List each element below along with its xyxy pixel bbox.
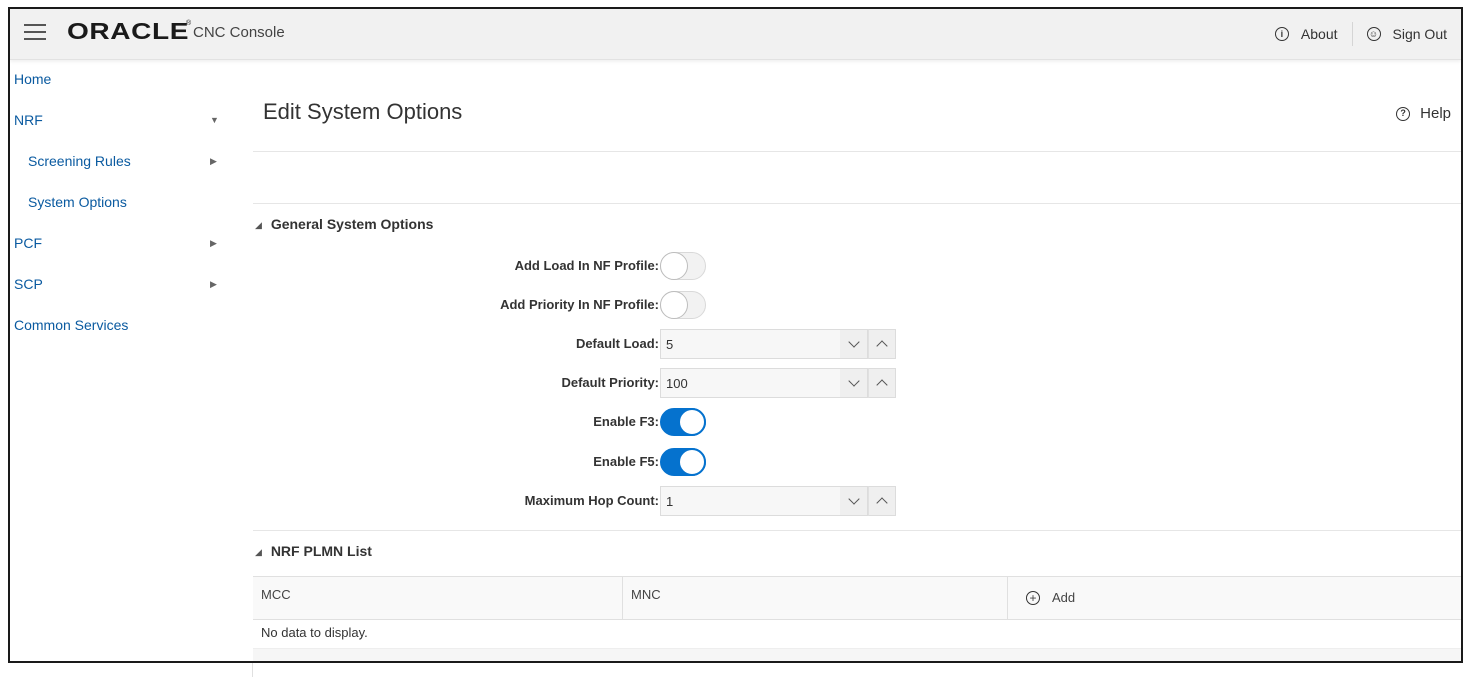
- sidebar-item-system-options[interactable]: System Options: [10, 184, 240, 225]
- page-title: Edit System Options: [263, 99, 463, 124]
- decrement-button[interactable]: [840, 329, 868, 359]
- default-priority-input[interactable]: [660, 368, 840, 398]
- max-hop-stepper: [660, 486, 896, 516]
- default-load-stepper: [660, 329, 896, 359]
- divider: [253, 203, 1461, 204]
- sidebar-item-common-services[interactable]: Common Services: [10, 307, 240, 348]
- registered-mark: ®: [186, 20, 192, 27]
- enable-f5-label: Enable F5:: [593, 454, 659, 469]
- add-priority-row: Add Priority In NF Profile:: [253, 290, 953, 320]
- enable-f5-toggle[interactable]: [660, 448, 706, 476]
- max-hop-row: Maximum Hop Count:: [253, 486, 953, 516]
- default-priority-row: Default Priority:: [253, 368, 953, 398]
- help-link[interactable]: ? Help: [1396, 105, 1451, 122]
- chevron-up-icon: [876, 497, 888, 509]
- chevron-down-icon: [847, 336, 860, 348]
- toggle-knob: [660, 252, 688, 280]
- increment-button[interactable]: [868, 368, 896, 398]
- sidebar-item-pcf[interactable]: PCF ▶: [10, 225, 240, 266]
- about-link[interactable]: i About: [1261, 22, 1353, 46]
- default-load-input[interactable]: [660, 329, 840, 359]
- sidebar-nav: Home NRF ▼ Screening Rules ▶ System Opti…: [10, 61, 240, 348]
- oracle-logo: ORACLE: [67, 18, 190, 44]
- divider: [253, 151, 1461, 152]
- default-priority-label: Default Priority:: [561, 375, 659, 390]
- help-label: Help: [1420, 105, 1451, 122]
- sidebar-item-label: Screening Rules: [28, 153, 131, 169]
- sidebar-item-label: PCF: [14, 235, 42, 251]
- plmn-table: MCC MNC + Add No data to display.: [253, 576, 1461, 661]
- column-header-mnc[interactable]: MNC: [623, 577, 1008, 619]
- toggle-knob: [660, 291, 688, 319]
- divider: [253, 530, 1461, 531]
- toggle-knob: [678, 408, 706, 436]
- chevron-down-icon: [847, 493, 860, 505]
- add-load-row: Add Load In NF Profile:: [253, 251, 953, 281]
- expand-right-icon[interactable]: ▶: [210, 266, 217, 302]
- chevron-up-icon: [876, 379, 888, 391]
- increment-button[interactable]: [868, 486, 896, 516]
- enable-f3-label: Enable F3:: [593, 414, 659, 429]
- help-circle-icon: ?: [1396, 106, 1411, 121]
- table-header: MCC MNC + Add: [253, 576, 1461, 620]
- table-footer: [253, 649, 1461, 661]
- user-circle-icon: ☺: [1366, 27, 1381, 41]
- default-load-label: Default Load:: [575, 336, 659, 351]
- sign-out-label: Sign Out: [1392, 26, 1447, 42]
- add-load-label: Add Load In NF Profile:: [514, 258, 659, 273]
- enable-f5-row: Enable F5:: [253, 447, 953, 477]
- sign-out-link[interactable]: ☺ Sign Out: [1353, 22, 1461, 46]
- default-load-row: Default Load:: [253, 329, 953, 359]
- increment-button[interactable]: [868, 329, 896, 359]
- toggle-knob: [678, 448, 706, 476]
- decrement-button[interactable]: [840, 368, 868, 398]
- decrement-button[interactable]: [840, 486, 868, 516]
- plus-circle-icon: +: [1026, 591, 1040, 605]
- add-priority-toggle[interactable]: [660, 291, 706, 319]
- header-actions: i About ☺ Sign Out: [1261, 9, 1461, 59]
- expand-right-icon[interactable]: ▶: [210, 143, 217, 179]
- default-priority-stepper: [660, 368, 896, 398]
- divider: [252, 663, 253, 677]
- max-hop-label: Maximum Hop Count:: [524, 493, 659, 508]
- sidebar-item-scp[interactable]: SCP ▶: [10, 266, 240, 307]
- general-section-header[interactable]: ◢ General System Options: [255, 216, 433, 232]
- sidebar-item-label: Home: [14, 71, 52, 87]
- chevron-down-icon: [847, 375, 860, 387]
- expand-right-icon[interactable]: ▶: [210, 225, 217, 261]
- product-name: CNC Console: [193, 24, 285, 41]
- enable-f3-toggle[interactable]: [660, 408, 706, 436]
- column-header-mcc[interactable]: MCC: [253, 577, 623, 619]
- sidebar-item-nrf[interactable]: NRF ▼: [10, 102, 240, 143]
- sidebar-item-label: NRF: [14, 112, 43, 128]
- app-window: ORACLE ® CNC Console i About ☺ Sign Out …: [8, 7, 1463, 663]
- add-label: Add: [1052, 590, 1076, 605]
- add-load-toggle[interactable]: [660, 252, 706, 280]
- collapse-triangle-icon: ◢: [255, 220, 262, 230]
- add-row-button[interactable]: + Add: [1008, 577, 1461, 619]
- max-hop-input[interactable]: [660, 486, 840, 516]
- general-section-title: General System Options: [270, 216, 434, 232]
- collapse-triangle-icon: ◢: [255, 547, 262, 557]
- info-icon: i: [1274, 27, 1289, 41]
- add-priority-label: Add Priority In NF Profile:: [500, 297, 659, 312]
- plmn-section-header[interactable]: ◢ NRF PLMN List: [255, 543, 372, 559]
- sidebar-item-screening-rules[interactable]: Screening Rules ▶: [10, 143, 240, 184]
- hamburger-icon[interactable]: [24, 24, 46, 42]
- sidebar-item-home[interactable]: Home: [10, 61, 240, 102]
- empty-message: No data to display.: [253, 618, 1461, 649]
- plmn-section-title: NRF PLMN List: [270, 543, 372, 559]
- about-label: About: [1300, 26, 1338, 42]
- sidebar-item-label: SCP: [14, 276, 43, 292]
- top-header: ORACLE ® CNC Console i About ☺ Sign Out: [10, 9, 1461, 60]
- sidebar-item-label: Common Services: [14, 317, 129, 333]
- chevron-up-icon: [876, 340, 888, 352]
- expand-down-icon[interactable]: ▼: [210, 102, 219, 138]
- sidebar-item-label: System Options: [28, 194, 127, 210]
- enable-f3-row: Enable F3:: [253, 407, 953, 437]
